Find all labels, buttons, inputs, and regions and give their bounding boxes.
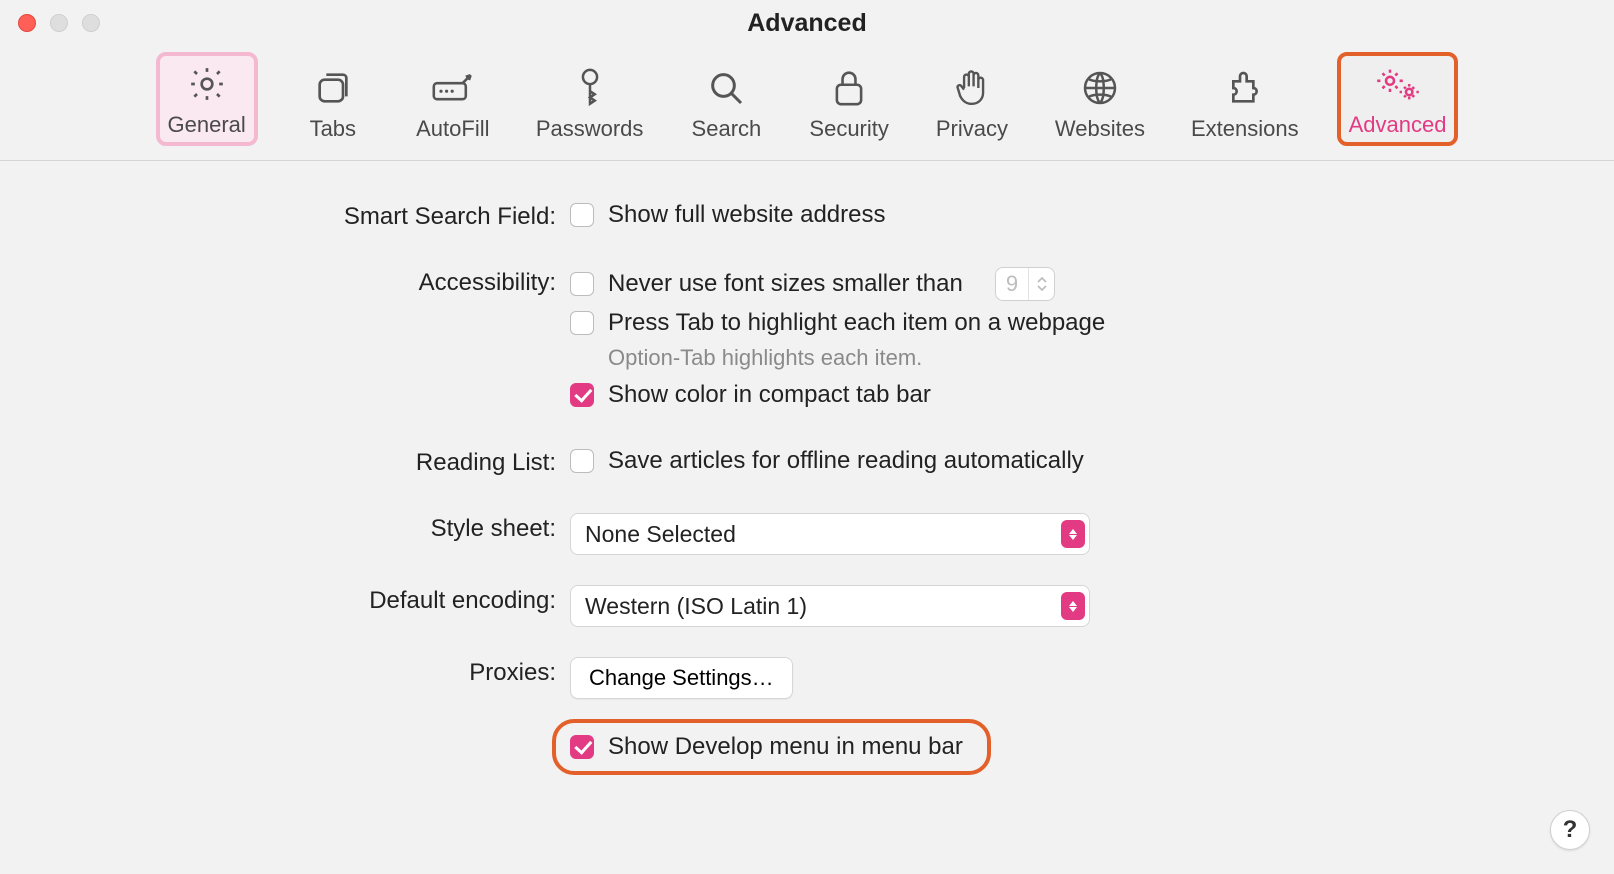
spacer xyxy=(0,701,570,703)
checkbox-unchecked-icon[interactable] xyxy=(570,272,594,296)
checkbox-unchecked-icon[interactable] xyxy=(570,449,594,473)
section-label-accessibility: Accessibility: xyxy=(0,267,570,297)
toolbar-label: Websites xyxy=(1055,116,1145,142)
checkbox-label: Press Tab to highlight each item on a we… xyxy=(608,309,1105,337)
checkbox-unchecked-icon[interactable] xyxy=(570,311,594,335)
show-color-compact-tab-option[interactable]: Show color in compact tab bar xyxy=(570,381,1614,409)
font-size-value: 9 xyxy=(996,271,1028,297)
default-encoding-popup[interactable]: Western (ISO Latin 1) xyxy=(570,585,1090,627)
popup-value: None Selected xyxy=(585,521,736,548)
toolbar-label: AutoFill xyxy=(416,116,489,142)
toolbar-label: Privacy xyxy=(936,116,1008,142)
toolbar-label: Security xyxy=(809,116,888,142)
section-label-smart-search: Smart Search Field: xyxy=(0,201,570,231)
checkbox-label: Show Develop menu in menu bar xyxy=(608,733,963,761)
preferences-toolbar: General Tabs AutoFill Passwords Search S… xyxy=(0,46,1614,161)
tabs-icon xyxy=(313,66,353,110)
show-full-address-option[interactable]: Show full website address xyxy=(570,201,1614,229)
toolbar-tab-privacy[interactable]: Privacy xyxy=(927,60,1017,146)
min-font-size-option[interactable]: Never use font sizes smaller than 9 xyxy=(570,267,1614,301)
toolbar-label: Advanced xyxy=(1349,112,1447,138)
toolbar-label: Passwords xyxy=(536,116,644,142)
checkbox-unchecked-icon[interactable] xyxy=(570,203,594,227)
zoom-window-button[interactable] xyxy=(82,14,100,32)
toolbar-label: Tabs xyxy=(310,116,356,142)
section-label-reading-list: Reading List: xyxy=(0,447,570,477)
window-title: Advanced xyxy=(747,9,866,38)
toolbar-label: General xyxy=(168,112,246,138)
section-label-encoding: Default encoding: xyxy=(0,585,570,615)
show-develop-menu-option[interactable]: Show Develop menu in menu bar xyxy=(570,733,963,761)
hand-icon xyxy=(953,66,991,110)
checkbox-label: Never use font sizes smaller than xyxy=(608,270,963,298)
autofill-icon xyxy=(429,66,477,110)
popup-arrows-icon xyxy=(1061,592,1085,620)
checkbox-checked-icon[interactable] xyxy=(570,735,594,759)
close-window-button[interactable] xyxy=(18,14,36,32)
change-proxies-button[interactable]: Change Settings… xyxy=(570,657,793,699)
help-button[interactable]: ? xyxy=(1550,810,1590,850)
section-label-style-sheet: Style sheet: xyxy=(0,513,570,543)
toolbar-tab-security[interactable]: Security xyxy=(801,60,896,146)
toolbar-tab-extensions[interactable]: Extensions xyxy=(1183,60,1307,146)
toolbar-tab-general[interactable]: General xyxy=(156,52,258,146)
toolbar-tab-websites[interactable]: Websites xyxy=(1047,60,1153,146)
develop-menu-highlight: Show Develop menu in menu bar xyxy=(552,719,991,775)
popup-arrows-icon xyxy=(1061,520,1085,548)
option-tab-hint: Option-Tab highlights each item. xyxy=(608,345,1614,371)
toolbar-tab-search[interactable]: Search xyxy=(681,60,771,146)
checkbox-label: Save articles for offline reading automa… xyxy=(608,447,1084,475)
save-offline-option[interactable]: Save articles for offline reading automa… xyxy=(570,447,1614,475)
popup-value: Western (ISO Latin 1) xyxy=(585,593,807,620)
gear-icon xyxy=(187,62,227,106)
traffic-lights xyxy=(18,14,100,32)
toolbar-tab-advanced[interactable]: Advanced xyxy=(1337,52,1459,146)
minimize-window-button[interactable] xyxy=(50,14,68,32)
toolbar-tab-autofill[interactable]: AutoFill xyxy=(408,60,498,146)
toolbar-label: Search xyxy=(692,116,762,142)
gears-icon xyxy=(1374,62,1422,106)
search-icon xyxy=(706,66,746,110)
font-size-stepper[interactable]: 9 xyxy=(995,267,1055,301)
key-icon xyxy=(573,66,607,110)
toolbar-tab-passwords[interactable]: Passwords xyxy=(528,60,652,146)
checkbox-label: Show full website address xyxy=(608,201,885,229)
lock-icon xyxy=(831,66,867,110)
toolbar-tab-tabs[interactable]: Tabs xyxy=(288,60,378,146)
press-tab-option[interactable]: Press Tab to highlight each item on a we… xyxy=(570,309,1614,337)
globe-icon xyxy=(1080,66,1120,110)
stepper-arrows-icon[interactable] xyxy=(1028,268,1054,300)
toolbar-label: Extensions xyxy=(1191,116,1299,142)
style-sheet-popup[interactable]: None Selected xyxy=(570,513,1090,555)
section-label-proxies: Proxies: xyxy=(0,657,570,687)
checkbox-checked-icon[interactable] xyxy=(570,383,594,407)
titlebar: Advanced xyxy=(0,0,1614,46)
checkbox-label: Show color in compact tab bar xyxy=(608,381,931,409)
puzzle-icon xyxy=(1225,66,1265,110)
advanced-settings-pane: Smart Search Field: Show full website ad… xyxy=(0,161,1614,775)
